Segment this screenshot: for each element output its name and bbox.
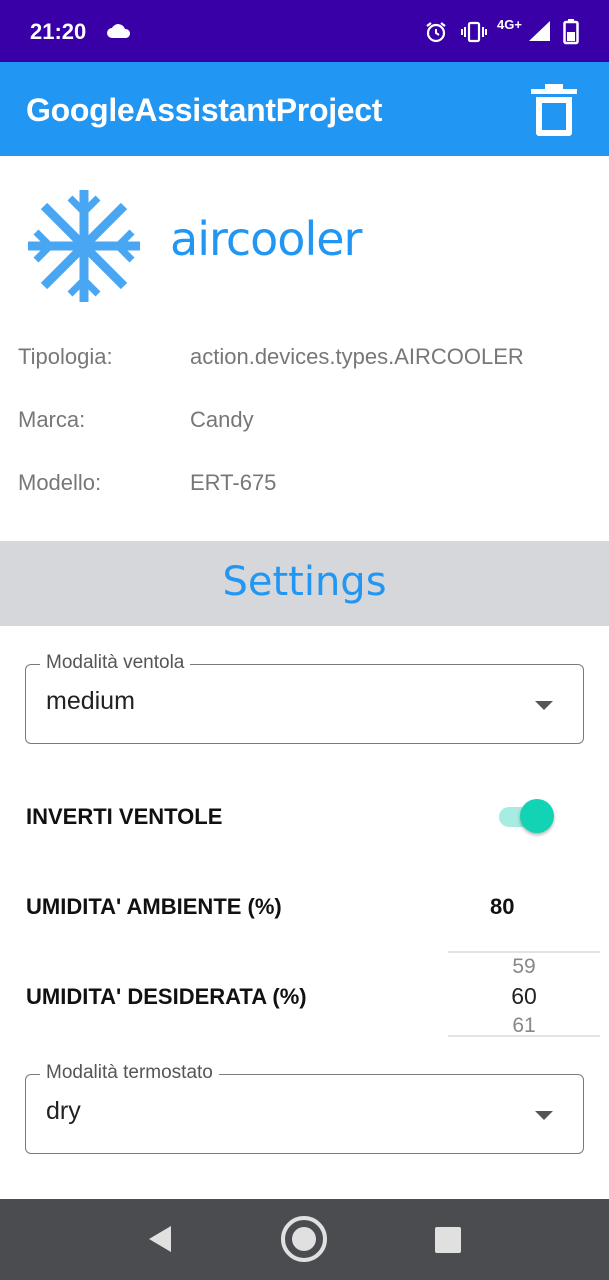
vibrate-icon (461, 21, 487, 43)
type-value: action.devices.types.AIRCOOLER (190, 344, 524, 369)
snowflake-icon (28, 190, 140, 302)
switch-thumb (520, 799, 554, 833)
thermostat-mode-label: Modalità termostato (40, 1062, 219, 1084)
type-label: Tipologia: (18, 344, 113, 369)
trash-icon[interactable] (531, 84, 577, 136)
picker-current-value[interactable]: 60 (448, 983, 600, 1010)
recent-apps-icon[interactable] (435, 1227, 461, 1253)
ambient-humidity-value: 80 (490, 894, 515, 919)
picker-divider-top (448, 951, 600, 953)
device-name: aircooler (170, 212, 362, 266)
fan-mode-dropdown[interactable]: Modalità ventola medium (25, 652, 584, 744)
navigation-bar (0, 1199, 609, 1280)
app-bar: GoogleAssistantProject (0, 62, 609, 156)
app-title: GoogleAssistantProject (26, 92, 383, 128)
thermostat-mode-dropdown[interactable]: Modalità termostato dry (25, 1062, 584, 1154)
desired-humidity-picker[interactable]: 59 60 61 (448, 951, 600, 1037)
back-icon[interactable] (147, 1225, 173, 1253)
fan-mode-value: medium (46, 687, 135, 715)
battery-icon (563, 19, 579, 45)
ambient-humidity-label: UMIDITA' AMBIENTE (%) (26, 894, 282, 919)
model-label: Modello: (18, 470, 102, 495)
settings-title: Settings (222, 559, 387, 605)
network-type: 4G+ (497, 17, 522, 32)
settings-header: Settings (0, 541, 609, 626)
thermostat-mode-value: dry (46, 1097, 81, 1125)
status-time: 21:20 (30, 19, 87, 44)
signal-icon (529, 21, 550, 41)
fan-mode-label: Modalità ventola (40, 652, 191, 674)
home-icon[interactable] (280, 1215, 328, 1263)
alarm-icon (426, 22, 446, 43)
cloud-icon (107, 24, 131, 38)
picker-prev-value[interactable]: 59 (448, 955, 600, 979)
status-bar: 21:20 4G+ (0, 0, 609, 62)
brand-value: Candy (190, 407, 254, 432)
model-value: ERT-675 (190, 470, 277, 495)
dropdown-arrow-icon (535, 701, 553, 710)
dropdown-arrow-icon (535, 1111, 553, 1120)
brand-label: Marca: (18, 407, 86, 432)
picker-divider-bottom (448, 1035, 600, 1037)
invert-fans-switch[interactable] (499, 797, 555, 835)
invert-fans-label: INVERTI VENTOLE (26, 804, 223, 829)
desired-humidity-label: UMIDITA' DESIDERATA (%) (26, 984, 307, 1009)
